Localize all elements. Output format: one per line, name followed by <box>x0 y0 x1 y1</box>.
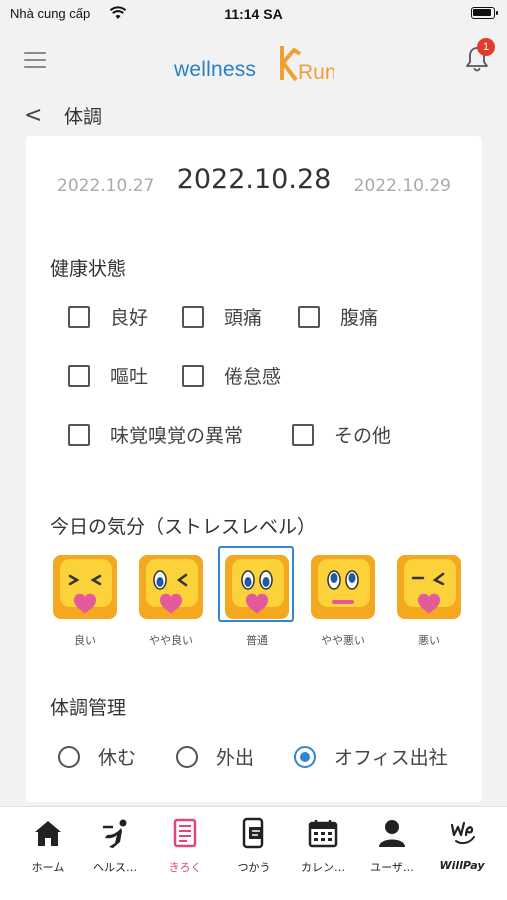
svg-text:Run: Run <box>298 61 334 82</box>
health-status-label: 健康状態 <box>50 258 127 280</box>
tab-label: つかう <box>237 861 271 874</box>
radio-circle[interactable] <box>58 745 80 768</box>
tab-label: ヘルス… <box>93 861 137 874</box>
checkbox-box[interactable] <box>298 305 320 328</box>
mood-neutral-button[interactable]: 普通 <box>218 546 294 648</box>
user-icon <box>379 820 405 847</box>
checkbox-fatigue[interactable]: 倦怠感 <box>182 362 281 389</box>
checkbox-other[interactable]: その他 <box>292 421 391 448</box>
radio-label: 休む <box>98 747 137 769</box>
tab-label: WillPay <box>439 859 485 872</box>
mood-good-button[interactable]: 良い <box>50 550 120 648</box>
tab-label: きろく <box>168 861 202 874</box>
battery-icon <box>471 7 498 19</box>
radio-label: 外出 <box>216 747 255 769</box>
tab-label: ユーザ… <box>370 861 414 874</box>
tab-label: カレン… <box>301 861 345 874</box>
page-title-row: < 体調 <box>24 100 102 130</box>
radio-circle[interactable] <box>176 745 198 768</box>
checkbox-box[interactable] <box>68 423 90 446</box>
mood-label-text: 普通 <box>246 634 268 647</box>
date-selector: 2022.10.27 2022.10.28 2022.10.29 <box>26 164 482 204</box>
logo-runner-k-icon: Run <box>280 46 334 82</box>
radio-going-out[interactable]: 外出 <box>176 743 254 770</box>
tab-label: ホーム <box>31 861 65 874</box>
checkbox-good[interactable]: 良好 <box>68 303 148 330</box>
mood-label-text: 良い <box>74 634 96 647</box>
calendar-icon <box>308 820 338 848</box>
next-date-button[interactable]: 2022.10.29 <box>354 176 451 196</box>
checkbox-box[interactable] <box>182 305 204 328</box>
runner-icon <box>103 819 127 848</box>
checkbox-label: 良好 <box>110 307 149 329</box>
face-bad-icon <box>397 555 461 619</box>
checkbox-label: その他 <box>334 425 392 447</box>
checkbox-label: 腹痛 <box>340 307 379 329</box>
home-icon <box>35 821 61 846</box>
checkbox-vomiting[interactable]: 嘔吐 <box>68 362 148 389</box>
notification-badge: 1 <box>477 38 495 56</box>
checkbox-headache[interactable]: 頭痛 <box>182 303 262 330</box>
hamburger-menu-icon[interactable] <box>24 52 46 68</box>
checkbox-box[interactable] <box>292 423 314 446</box>
tab-record[interactable]: きろく <box>150 817 220 875</box>
willpay-icon <box>450 821 475 845</box>
status-bar: Nhà cung cấp 11:14 SA <box>0 0 507 30</box>
tab-use[interactable]: つかう <box>219 817 289 875</box>
phone-pay-icon <box>242 817 264 849</box>
tab-calendar[interactable]: カレン… <box>288 817 358 875</box>
tab-user[interactable]: ユーザ… <box>357 817 427 875</box>
mood-label-text: 悪い <box>418 634 440 647</box>
radio-rest[interactable]: 休む <box>58 743 136 770</box>
face-slightly-happy-icon <box>139 555 203 619</box>
checkbox-label: 頭痛 <box>224 307 263 329</box>
condition-card: 2022.10.27 2022.10.28 2022.10.29 健康状態 良好… <box>26 136 482 802</box>
tab-willpay[interactable]: WillPay <box>427 817 497 872</box>
radio-label: オフィス出社 <box>334 747 448 769</box>
selected-frame <box>218 546 294 622</box>
mood-bad-button[interactable]: 悪い <box>394 550 464 648</box>
logo-text: wellness <box>174 58 257 81</box>
clock-time: 11:14 SA <box>224 6 283 22</box>
mood-label-text: やや悪い <box>321 634 365 647</box>
tab-home[interactable]: ホーム <box>13 817 83 875</box>
record-icon <box>173 818 197 848</box>
checkbox-label: 倦怠感 <box>224 366 282 388</box>
checkbox-box[interactable] <box>182 364 204 387</box>
mood-selector: 良い やや良い 普通 やや悪い 悪い <box>50 546 470 650</box>
bottom-tab-bar: ホーム ヘルス… きろく つかう カレン… ユーザ… WillPay <box>0 806 507 900</box>
mood-label: 今日の気分（ストレスレベル） <box>50 516 317 538</box>
radio-circle-selected[interactable] <box>294 745 316 768</box>
mood-label-text: やや良い <box>149 634 193 647</box>
checkbox-label: 嘔吐 <box>110 366 149 388</box>
app-header: wellness Run 1 <box>0 30 507 90</box>
checkbox-taste-smell[interactable]: 味覚嗅覚の異常 <box>68 421 243 448</box>
face-slightly-bad-icon <box>311 555 375 619</box>
condition-management-label: 体調管理 <box>50 697 127 719</box>
radio-office[interactable]: オフィス出社 <box>294 743 448 770</box>
checkbox-label: 味覚嗅覚の異常 <box>110 425 244 447</box>
checkbox-box[interactable] <box>68 305 90 328</box>
mood-slightly-good-button[interactable]: やや良い <box>136 550 206 648</box>
page-title: 体調 <box>64 105 103 128</box>
checkbox-box[interactable] <box>68 364 90 387</box>
face-happy-icon <box>53 555 117 619</box>
tab-health[interactable]: ヘルス… <box>80 817 150 875</box>
back-button[interactable]: < <box>24 103 54 128</box>
mood-slightly-bad-button[interactable]: やや悪い <box>308 550 378 648</box>
checkbox-stomachache[interactable]: 腹痛 <box>298 303 378 330</box>
